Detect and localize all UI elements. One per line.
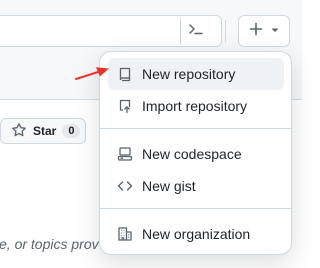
- menu-divider: [100, 208, 291, 209]
- create-new-button[interactable]: [238, 15, 290, 47]
- terminal-icon: [188, 21, 204, 42]
- star-label: Star: [33, 124, 57, 138]
- annotation-arrow-icon: [75, 67, 109, 80]
- background-description-text: e, or topics prov: [0, 236, 99, 252]
- menu-item-label: New gist: [142, 178, 196, 194]
- plus-icon: [248, 21, 264, 42]
- menu-divider: [100, 128, 291, 129]
- repo-push-icon: [117, 98, 133, 114]
- menu-item-new-repository[interactable]: New repository: [108, 58, 284, 90]
- menu-item-new-organization[interactable]: New organization: [108, 218, 284, 250]
- star-count-badge: 0: [62, 124, 81, 138]
- menu-item-label: New organization: [142, 226, 251, 242]
- menu-item-label: New repository: [142, 66, 236, 82]
- menu-item-import-repository[interactable]: Import repository: [108, 90, 284, 122]
- triangle-down-icon: [270, 22, 280, 40]
- repo-icon: [117, 66, 133, 82]
- header-divider: [225, 20, 226, 42]
- organization-icon: [117, 226, 133, 242]
- menu-item-new-gist[interactable]: New gist: [108, 170, 284, 202]
- command-palette-button[interactable]: [180, 18, 210, 44]
- menu-item-new-codespace[interactable]: New codespace: [108, 138, 284, 170]
- star-icon: [11, 122, 27, 141]
- star-button[interactable]: Star 0: [0, 118, 86, 144]
- menu-item-label: New codespace: [142, 146, 242, 162]
- code-icon: [117, 178, 133, 194]
- create-new-dropdown-menu: New repository Import repository New cod…: [99, 51, 292, 255]
- menu-item-label: Import repository: [142, 98, 248, 114]
- codespaces-icon: [117, 146, 133, 162]
